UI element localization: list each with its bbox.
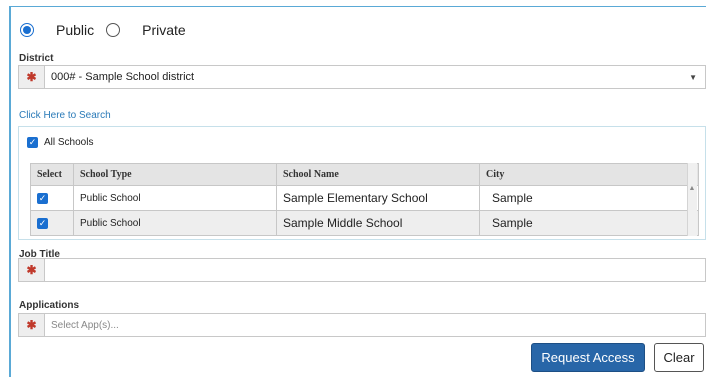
column-header-city[interactable]: City [479,163,699,186]
school-name-cell: Sample Elementary School [276,185,480,211]
request-access-button[interactable]: Request Access [531,343,645,372]
panel-border-top [9,6,706,7]
all-schools-checkbox-row[interactable]: ✓ All Schools [27,137,93,148]
school-name-cell: Sample Middle School [276,210,480,236]
job-title-input[interactable] [45,258,706,282]
column-header-select[interactable]: Select [30,163,74,186]
school-type-cell: Public School [73,210,277,236]
all-schools-label: All Schools [44,137,94,148]
school-type-cell: Public School [73,185,277,211]
school-type-radio-group: Public Private [20,20,198,40]
applications-label: Applications [19,300,80,311]
schools-table: Select School Type School Name City ✓ Pu… [30,163,699,236]
district-value: 000# - Sample School district [51,71,195,83]
table-row[interactable]: ✓ Public School Sample Middle School Sam… [30,210,699,236]
row-select-cell[interactable]: ✓ [30,185,74,211]
city-cell: Sample [479,210,699,236]
private-radio-label[interactable]: Private [142,22,186,38]
applications-required-icon: ✱ [18,313,45,337]
chevron-down-icon[interactable]: ▼ [689,73,697,82]
all-schools-checkbox[interactable]: ✓ [27,137,38,148]
row-checkbox[interactable]: ✓ [37,192,48,204]
district-label: District [19,53,54,64]
row-select-cell[interactable]: ✓ [30,210,74,236]
table-row[interactable]: ✓ Public School Sample Elementary School… [30,185,699,211]
district-required-icon: ✱ [18,65,45,89]
table-header-row: Select School Type School Name City [30,163,699,186]
column-header-school-name[interactable]: School Name [276,163,480,186]
scroll-up-icon[interactable]: ▲ [687,185,697,195]
applications-select[interactable]: Select App(s)... [45,313,706,337]
table-scrollbar[interactable] [687,163,697,236]
row-checkbox[interactable]: ✓ [37,217,48,229]
public-radio-label[interactable]: Public [56,22,94,38]
city-cell: Sample [479,185,699,211]
schools-panel: ✓ All Schools Select School Type School … [18,126,706,240]
column-header-school-type[interactable]: School Type [73,163,277,186]
private-radio[interactable] [106,23,121,37]
public-radio[interactable] [20,23,34,37]
job-title-required-icon: ✱ [18,258,45,282]
panel-border-left [9,6,11,377]
search-link[interactable]: Click Here to Search [19,110,111,121]
district-select[interactable]: 000# - Sample School district ▼ [45,65,706,89]
clear-button[interactable]: Clear [654,343,704,372]
